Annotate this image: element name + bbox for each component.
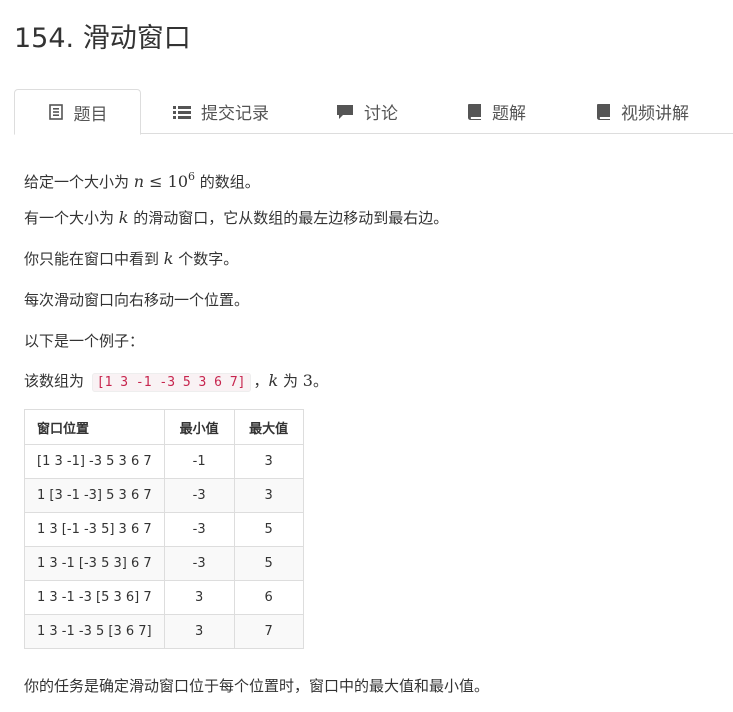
text: 的数组。 — [195, 173, 260, 191]
table-row: 1 3 -1 -3 [5 3 6] 7 3 6 — [24, 580, 304, 615]
statement-paragraph: 你只能在窗口中看到 k 个数字。 — [24, 248, 238, 270]
text: 该数组为 — [24, 372, 89, 390]
math-le: ≤ 10 — [144, 172, 189, 191]
book-icon — [467, 103, 482, 120]
text: 有一个大小为 — [24, 209, 119, 227]
page-title: 154. 滑动窗口 — [14, 23, 191, 54]
math-n: n — [133, 172, 145, 191]
table-cell: 1 3 -1 -3 5 [3 6 7] — [24, 614, 165, 649]
table-cell: 3 — [233, 478, 304, 513]
tab-video-label: 视频讲解 — [621, 104, 689, 124]
table-cell: 3 — [163, 614, 235, 649]
text: 的滑动窗口，它从数组的最左边移动到最右边。 — [128, 209, 449, 227]
column-header: 最小值 — [163, 409, 235, 445]
tab-discussion-label: 讨论 — [364, 104, 398, 124]
table-cell: -1 — [163, 444, 235, 479]
table-cell: 6 — [233, 580, 304, 615]
table-cell: [1 3 -1] -3 5 3 6 7 — [24, 444, 165, 479]
table-cell: -3 — [163, 478, 235, 513]
column-header: 最大值 — [233, 409, 304, 445]
inline-code: [1 3 -1 -3 5 3 6 7] — [91, 373, 251, 392]
table-cell: 5 — [233, 512, 304, 547]
math-three: 3 — [302, 371, 313, 390]
table-cell: -3 — [163, 546, 235, 581]
text: 个数字。 — [173, 250, 239, 268]
table-row: 1 3 -1 [-3 5 3] 6 7 -3 5 — [24, 546, 304, 581]
text: 给定一个大小为 — [24, 173, 134, 191]
table-row: 1 [3 -1 -3] 5 3 6 7 -3 3 — [24, 478, 304, 513]
table-cell: 3 — [163, 580, 235, 615]
text: ， — [253, 372, 269, 390]
text: 为 — [278, 372, 303, 390]
tab-problem-label: 题目 — [73, 104, 108, 125]
statement-paragraph: 你的任务是确定滑动窗口位于每个位置时，窗口中的最大值和最小值。 — [24, 677, 490, 695]
table-row: 1 3 -1 -3 5 [3 6 7] 3 7 — [24, 614, 304, 649]
statement-paragraph: 以下是一个例子： — [24, 332, 145, 350]
tab-submissions-label: 提交记录 — [201, 104, 269, 124]
tab-problem[interactable]: 题目 — [14, 89, 141, 135]
math-k: k — [268, 371, 279, 390]
text: 。 — [312, 372, 328, 390]
table-cell: -3 — [163, 512, 235, 547]
table-row: [1 3 -1] -3 5 3 6 7 -1 3 — [24, 444, 304, 479]
math-exponent: 6 — [188, 170, 196, 183]
tab-discussion[interactable]: 讨论 — [336, 89, 398, 134]
table-cell: 5 — [233, 546, 304, 581]
column-header: 窗口位置 — [24, 409, 165, 445]
tab-solutions[interactable]: 题解 — [467, 89, 526, 134]
table-cell: 3 — [233, 444, 304, 479]
comment-icon — [336, 104, 354, 120]
table-header-row: 窗口位置 最小值 最大值 — [24, 409, 304, 445]
tab-bar: 题目 提交记录 讨论 题解 视频讲解 — [14, 89, 733, 135]
list-icon — [173, 104, 191, 120]
document-icon — [48, 104, 64, 120]
table-cell: 7 — [233, 614, 304, 649]
table-row: 1 3 [-1 -3 5] 3 6 7 -3 5 — [24, 512, 304, 547]
text: 你只能在窗口中看到 — [24, 250, 164, 268]
statement-paragraph: 该数组为 [1 3 -1 -3 5 3 6 7] ，k 为 3。 — [24, 370, 328, 394]
statement-paragraph: 每次滑动窗口向右移动一个位置。 — [24, 291, 250, 309]
table-cell: 1 3 -1 -3 [5 3 6] 7 — [24, 580, 165, 615]
table-cell: 1 3 -1 [-3 5 3] 6 7 — [24, 546, 165, 581]
example-table: 窗口位置 最小值 最大值 [1 3 -1] -3 5 3 6 7 -1 3 1 … — [24, 409, 304, 649]
statement-paragraph: 给定一个大小为 n ≤ 106 的数组。 — [24, 166, 260, 193]
tab-video[interactable]: 视频讲解 — [596, 89, 689, 134]
tab-submissions[interactable]: 提交记录 — [173, 89, 269, 134]
book-icon — [596, 103, 611, 120]
table-cell: 1 3 [-1 -3 5] 3 6 7 — [24, 512, 165, 547]
statement-paragraph: 有一个大小为 k 的滑动窗口，它从数组的最左边移动到最右边。 — [24, 207, 448, 229]
tab-solutions-label: 题解 — [492, 104, 526, 124]
table-cell: 1 [3 -1 -3] 5 3 6 7 — [24, 478, 165, 513]
